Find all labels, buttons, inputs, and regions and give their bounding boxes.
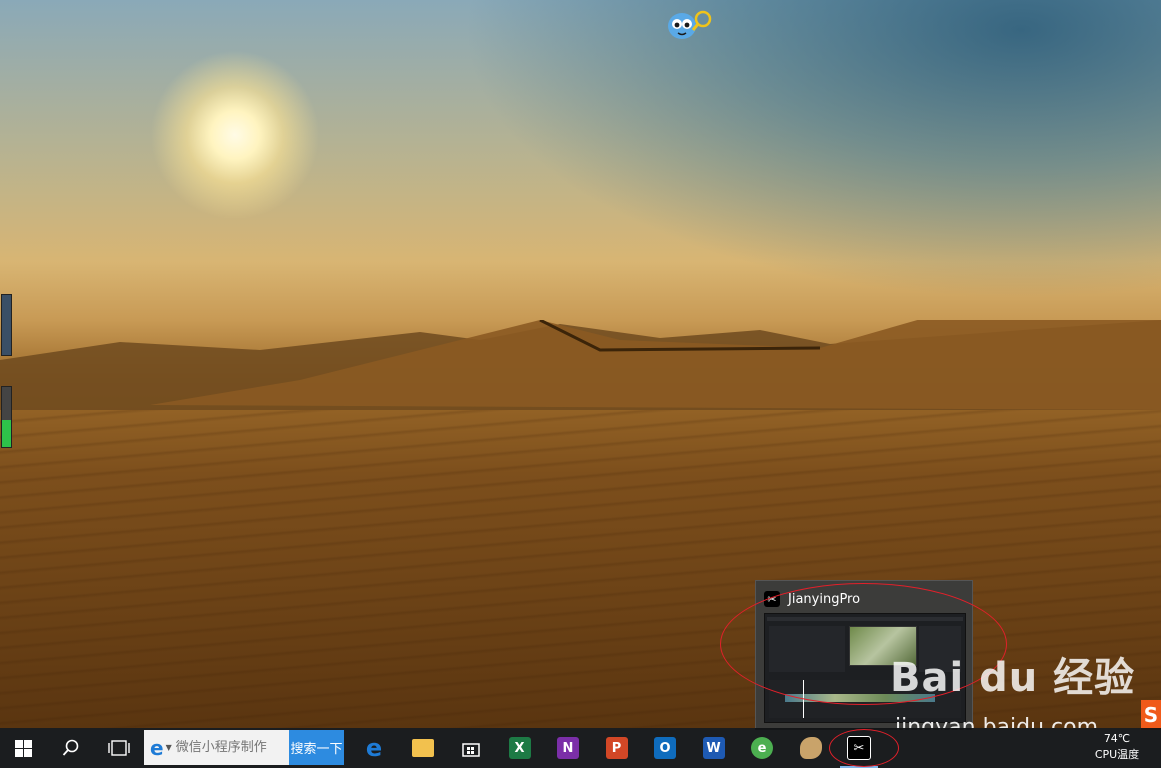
annotation-circle-taskbar: [829, 729, 899, 767]
sky-blue-overlay: [461, 0, 1161, 300]
ie-search-engine-icon[interactable]: e: [150, 736, 164, 760]
cpu-temperature-value: 74℃: [1103, 732, 1131, 745]
taskbar-app-file-explorer[interactable]: [400, 728, 446, 768]
onenote-icon: N: [557, 737, 579, 759]
paint-icon: [799, 737, 822, 759]
search-submit-button[interactable]: 搜索一下: [289, 730, 344, 765]
start-button[interactable]: [0, 728, 46, 768]
search-icon: [62, 739, 79, 756]
taskbar-app-onenote[interactable]: N: [545, 728, 591, 768]
side-gauge-fill: [2, 420, 11, 447]
taskbar-app-outlook[interactable]: O: [642, 728, 688, 768]
search-button[interactable]: [48, 728, 94, 768]
store-icon: [460, 737, 482, 759]
file-explorer-icon: [411, 739, 434, 757]
chevron-down-icon[interactable]: ▼: [166, 743, 172, 752]
taskbar-app-store[interactable]: [448, 728, 494, 768]
search-bar[interactable]: e ▼: [144, 730, 289, 765]
cpu-temperature-label: CPU温度: [1094, 748, 1140, 761]
windows-logo-icon: [14, 739, 32, 757]
side-gauge-memory: [1, 386, 12, 448]
browser-green-icon: e: [751, 737, 773, 759]
task-view-button[interactable]: [96, 728, 142, 768]
taskbar-app-word[interactable]: W: [691, 728, 737, 768]
sun-glow: [150, 50, 320, 220]
taskbar-app-excel[interactable]: X: [497, 728, 543, 768]
edge-icon: e: [365, 734, 383, 762]
taskbar-app-browser-green[interactable]: e: [739, 728, 785, 768]
task-view-icon: [108, 740, 130, 756]
excel-icon: X: [508, 737, 531, 759]
outlook-icon: O: [654, 737, 676, 759]
sogou-ime-icon[interactable]: S: [1141, 700, 1161, 730]
side-gauge-network: [1, 294, 12, 356]
dune-silhouette: [0, 320, 1161, 410]
taskbar-app-paint[interactable]: [788, 728, 834, 768]
powerpoint-icon: P: [605, 737, 628, 759]
taskbar-app-powerpoint[interactable]: P: [594, 728, 640, 768]
mascot-widget-icon[interactable]: [666, 8, 712, 42]
search-input[interactable]: [175, 740, 276, 755]
cpu-temperature-widget[interactable]: 74℃ CPU温度: [1086, 731, 1148, 767]
word-icon: W: [702, 737, 725, 759]
baidu-watermark-logo: Bai du 经验: [890, 655, 1136, 701]
taskbar-app-edge[interactable]: e: [351, 728, 397, 768]
